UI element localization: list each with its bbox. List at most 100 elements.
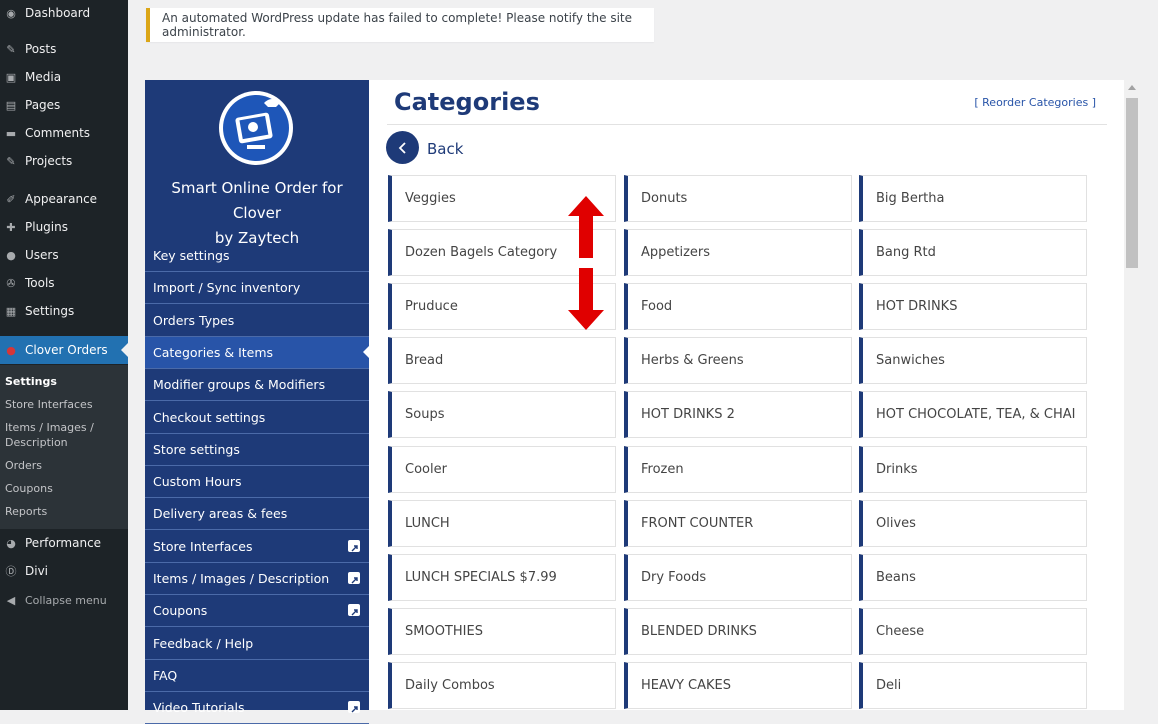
plugin-nav-categories-items[interactable]: Categories & Items	[145, 336, 369, 369]
scrollbar-thumb[interactable]	[1126, 98, 1138, 268]
wp-menu-label: Collapse menu	[25, 593, 107, 607]
wp-submenu-item[interactable]: Items / Images / Description	[5, 420, 115, 450]
plugin-nav-coupons[interactable]: Coupons	[145, 595, 369, 628]
scroll-up-icon[interactable]	[1128, 85, 1136, 90]
wp-menu-item-tools[interactable]: ✇ Tools	[0, 270, 128, 296]
category-name: Pruduce	[405, 299, 458, 315]
category-tile[interactable]: Herbs & Greens	[624, 337, 852, 385]
plugin-nav-label: Store settings	[153, 441, 240, 457]
category-name: Daily Combos	[405, 677, 495, 693]
category-name: HOT CHOCOLATE, TEA, & CHAI	[876, 407, 1076, 423]
category-name: Olives	[876, 515, 916, 531]
plugin-nav-label: Custom Hours	[153, 474, 242, 490]
plugin-nav-checkout-settings[interactable]: Checkout settings	[145, 402, 369, 434]
plugin-nav-label: Orders Types	[153, 312, 235, 328]
pin-icon: ✎	[6, 42, 16, 56]
plugin-nav-custom-hours[interactable]: Custom Hours	[145, 466, 369, 499]
update-failed-notice: An automated WordPress update has failed…	[146, 8, 654, 42]
pin-icon: ✎	[6, 154, 16, 168]
plugin-nav-label: Coupons	[153, 603, 208, 619]
category-tile[interactable]: Bang Rtd	[859, 229, 1087, 277]
category-tile[interactable]: Donuts	[624, 175, 852, 222]
current-menu-arrow-icon	[121, 343, 128, 357]
category-name: Frozen	[641, 461, 684, 477]
category-tile[interactable]: Beans	[859, 553, 1087, 601]
back-label[interactable]: Back	[427, 140, 463, 158]
external-link-icon	[348, 701, 360, 714]
wp-menu-item-collapse-menu[interactable]: ◀ Collapse menu	[0, 587, 128, 613]
category-tile[interactable]: Food	[624, 283, 852, 331]
wp-menu-item-users[interactable]: ● Users	[0, 242, 128, 268]
wp-menu-label: Divi	[25, 564, 49, 578]
wp-submenu-item[interactable]: Orders	[5, 459, 42, 472]
category-tile[interactable]: Deli	[859, 661, 1087, 709]
category-tile[interactable]: HEAVY CAKES	[624, 661, 852, 709]
category-tile[interactable]: HOT DRINKS	[859, 283, 1087, 331]
wp-menu-item-performance[interactable]: ◕ Performance	[0, 530, 128, 556]
plugin-nav-label: FAQ	[153, 667, 178, 683]
wp-menu-item-media[interactable]: ▣ Media	[0, 64, 128, 90]
plugin-nav-faq[interactable]: FAQ	[145, 660, 369, 692]
category-tile[interactable]: Daily Combos	[388, 661, 616, 709]
plugin-nav-feedback-help[interactable]: Feedback / Help	[145, 628, 369, 660]
category-tile[interactable]: HOT CHOCOLATE, TEA, & CHAI	[859, 391, 1087, 439]
category-name: Herbs & Greens	[641, 353, 744, 369]
category-name: Bread	[405, 353, 444, 369]
category-tile[interactable]: FRONT COUNTER	[624, 499, 852, 547]
category-tile[interactable]: SMOOTHIES	[388, 607, 616, 655]
plugin-nav-modifier-groups-modifiers[interactable]: Modifier groups & Modifiers	[145, 369, 369, 402]
category-tile[interactable]: Sanwiches	[859, 337, 1087, 385]
category-tile[interactable]: Bread	[388, 337, 616, 385]
category-name: Drinks	[876, 461, 918, 477]
external-link-icon	[348, 572, 360, 584]
category-tile[interactable]: LUNCH SPECIALS $7.99	[388, 553, 616, 601]
wp-submenu-item[interactable]: Settings	[5, 375, 57, 388]
plugin-nav-store-settings[interactable]: Store settings	[145, 434, 369, 466]
category-tile[interactable]: LUNCH	[388, 499, 616, 547]
pages-icon: ▤	[5, 98, 17, 112]
wp-menu-item-posts[interactable]: ✎ Posts	[0, 36, 128, 62]
category-tile[interactable]: Drinks	[859, 445, 1087, 493]
category-tile[interactable]: Olives	[859, 499, 1087, 547]
category-name: HOT DRINKS	[876, 299, 958, 315]
wp-submenu-item[interactable]: Coupons	[5, 482, 53, 495]
plugin-nav-items-images-description[interactable]: Items / Images / Description	[145, 563, 369, 595]
back-button[interactable]	[386, 131, 419, 164]
plugin-nav-delivery-areas-fees[interactable]: Delivery areas & fees	[145, 498, 369, 531]
plugin-nav-label: Delivery areas & fees	[153, 506, 288, 522]
category-tile[interactable]: Cheese	[859, 607, 1087, 655]
category-tile[interactable]: Soups	[388, 391, 616, 439]
category-tile[interactable]: Appetizers	[624, 229, 852, 277]
plugin-nav-orders-types[interactable]: Orders Types	[145, 305, 369, 337]
plugin-nav-label: Categories & Items	[153, 344, 274, 360]
wp-menu-item-clover-orders[interactable]: ● Clover Orders	[0, 336, 128, 364]
category-tile[interactable]: HOT DRINKS 2	[624, 391, 852, 439]
plugin-title-line1: Smart Online Order for Clover	[171, 179, 343, 222]
category-name: LUNCH	[405, 515, 450, 531]
plugin-nav-video-tutorials[interactable]: Video Tutorials	[145, 692, 369, 724]
category-tile[interactable]: Big Bertha	[859, 175, 1087, 222]
reorder-categories-link[interactable]: [ Reorder Categories ]	[974, 96, 1096, 109]
category-name: HOT DRINKS 2	[641, 407, 735, 423]
plugin-nav-import-sync-inventory[interactable]: Import / Sync inventory	[145, 272, 369, 305]
wp-menu-item-settings[interactable]: ▦ Settings	[0, 298, 128, 324]
wp-menu-item-comments[interactable]: ▬ Comments	[0, 120, 128, 146]
category-name: Appetizers	[641, 245, 711, 261]
wp-menu-item-projects[interactable]: ✎ Projects	[0, 148, 128, 174]
wp-menu-item-dashboard[interactable]: ◉ Dashboard	[0, 0, 128, 26]
scrollbar[interactable]	[1124, 80, 1140, 710]
wp-menu-item-pages[interactable]: ▤ Pages	[0, 92, 128, 118]
category-tile[interactable]: BLENDED DRINKS	[624, 607, 852, 655]
wp-submenu-item[interactable]: Store Interfaces	[5, 398, 93, 411]
category-tile[interactable]: Frozen	[624, 445, 852, 493]
category-tile[interactable]: Cooler	[388, 445, 616, 493]
clover-icon: ●	[6, 343, 16, 357]
wp-menu-item-divi[interactable]: Ⓓ Divi	[0, 558, 128, 584]
wp-submenu-item[interactable]: Reports	[5, 505, 47, 518]
category-tile[interactable]: Dry Foods	[624, 553, 852, 601]
plugin-nav-store-interfaces[interactable]: Store Interfaces	[145, 531, 369, 563]
wp-menu-item-appearance[interactable]: ✐ Appearance	[0, 186, 128, 212]
divi-icon: Ⓓ	[5, 565, 17, 578]
plugin-nav-key-settings[interactable]: Key settings	[145, 240, 369, 272]
wp-menu-item-plugins[interactable]: ✚ Plugins	[0, 214, 128, 240]
